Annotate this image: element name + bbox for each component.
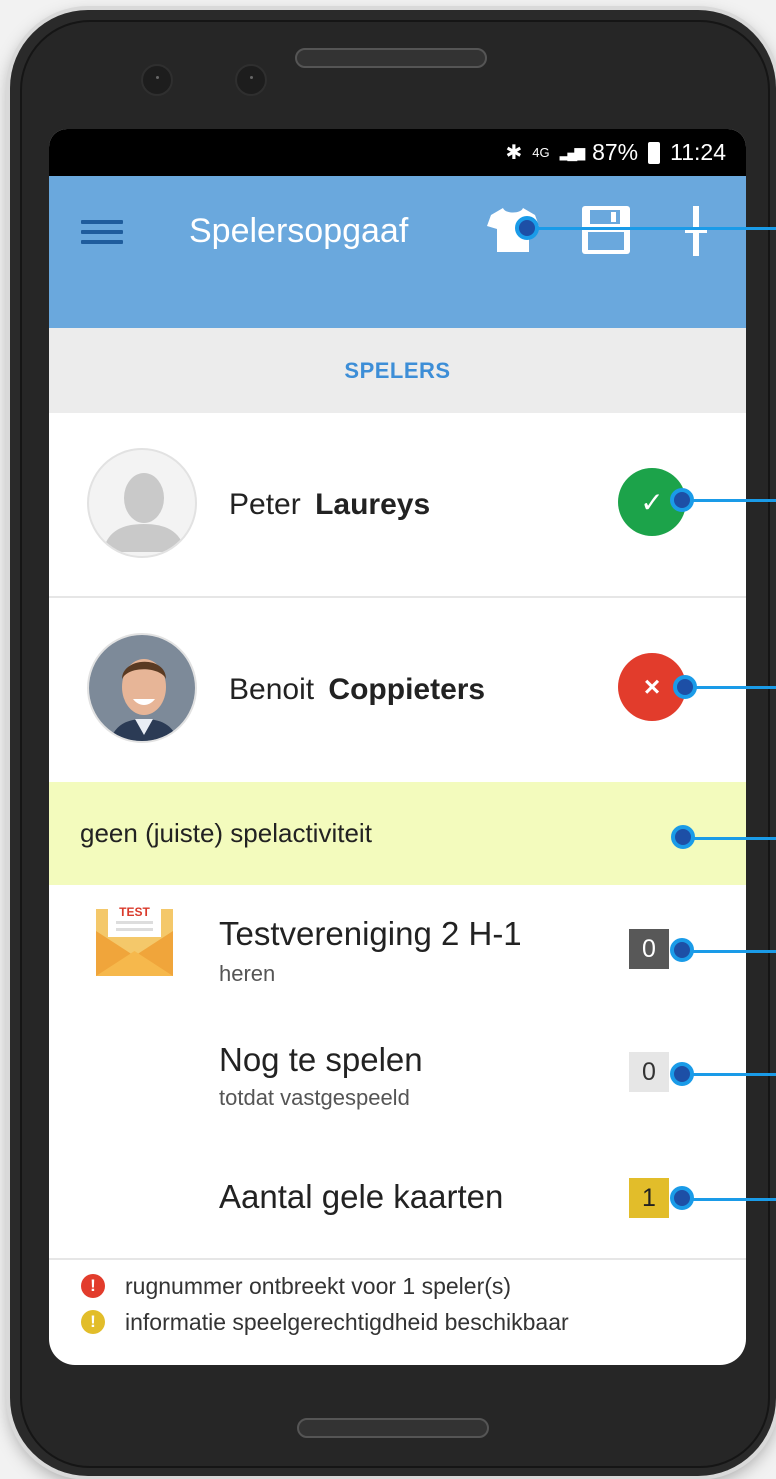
menu-icon[interactable] xyxy=(81,220,123,244)
legend-warning-text: informatie speelgerechtigdheid beschikba… xyxy=(125,1308,569,1335)
more-icon[interactable] xyxy=(685,206,707,256)
legend-error-text: rugnummer ontbreekt voor 1 speler(s) xyxy=(125,1272,512,1299)
callout-line xyxy=(683,1198,776,1201)
callout-line xyxy=(685,837,776,840)
error-dot-icon: ! xyxy=(81,1274,105,1298)
callout-line xyxy=(682,499,776,502)
callout-dot xyxy=(671,825,695,849)
earpiece-speaker xyxy=(295,48,487,68)
page-title: Spelersopgaaf xyxy=(189,212,409,250)
battery-icon xyxy=(648,141,661,164)
legend-footer: ! rugnummer ontbreekt voor 1 speler(s) !… xyxy=(49,1260,746,1340)
callout-dot xyxy=(515,216,539,240)
front-camera-icon xyxy=(141,64,173,96)
save-icon[interactable] xyxy=(580,204,632,256)
network-type: 4G xyxy=(532,145,550,160)
yellow-cards-label: Aantal gele kaarten xyxy=(219,1178,504,1215)
app-bar: Spelersopgaaf xyxy=(49,176,746,328)
callout-dot xyxy=(670,488,694,512)
player-name: Peter Laureys xyxy=(229,488,430,522)
pending-subtitle: totdat vastgespeeld xyxy=(219,1085,410,1110)
callout-dot xyxy=(670,1186,694,1210)
team-name: Testvereniging 2 H-1 xyxy=(219,915,522,952)
front-sensor-icon xyxy=(235,64,267,96)
phone-screen: ✱ 4G ▂▄▆ 87% 11:24 Spelersopgaaf SPELERS xyxy=(49,129,746,1365)
player-first-name: Benoit xyxy=(229,673,315,706)
clock: 11:24 xyxy=(670,139,726,165)
envelope-test-icon: TEST xyxy=(96,901,173,976)
team-subtitle: heren xyxy=(219,961,276,986)
player-name: Benoit Coppieters xyxy=(229,673,485,707)
legend-item-error: ! rugnummer ontbreekt voor 1 speler(s) xyxy=(81,1268,746,1304)
pending-count-badge: 0 xyxy=(629,1052,669,1092)
bluetooth-icon: ✱ xyxy=(505,142,523,164)
callout-line xyxy=(686,686,776,689)
person-photo-icon xyxy=(89,635,195,741)
player-details: TEST Testvereniging 2 H-1 heren 0 Nog te… xyxy=(49,885,746,1260)
callout-dot xyxy=(673,675,697,699)
callout-line xyxy=(530,227,776,230)
yellow-cards-count-badge: 1 xyxy=(629,1178,669,1218)
player-row[interactable]: Benoit Coppieters × xyxy=(49,598,746,782)
envelope-badge-text: TEST xyxy=(119,905,150,919)
tab-spelers[interactable]: SPELERS xyxy=(344,358,450,384)
warning-banner: geen (juiste) spelactiviteit xyxy=(49,782,746,885)
battery-percent: 87% xyxy=(592,139,639,165)
pending-title: Nog te spelen xyxy=(219,1041,423,1078)
status-bar: ✱ 4G ▂▄▆ 87% 11:24 xyxy=(49,129,746,176)
legend-item-warning: ! informatie speelgerechtigdheid beschik… xyxy=(81,1304,746,1340)
person-silhouette-icon xyxy=(103,473,185,552)
player-last-name: Laureys xyxy=(315,488,431,521)
team-count-badge: 0 xyxy=(629,929,669,969)
avatar-photo xyxy=(87,633,197,743)
callout-line xyxy=(683,1073,776,1076)
warning-dot-icon: ! xyxy=(81,1310,105,1334)
player-row[interactable]: Peter Laureys ✓ xyxy=(49,413,746,598)
callout-dot xyxy=(670,1062,694,1086)
player-first-name: Peter xyxy=(229,488,301,521)
signal-icon: ▂▄▆ xyxy=(559,144,586,160)
tab-bar: SPELERS xyxy=(49,328,746,413)
avatar-placeholder xyxy=(87,448,197,558)
callout-line xyxy=(683,950,776,953)
callout-dot xyxy=(670,938,694,962)
player-last-name: Coppieters xyxy=(328,673,486,706)
bottom-speaker xyxy=(297,1418,489,1438)
